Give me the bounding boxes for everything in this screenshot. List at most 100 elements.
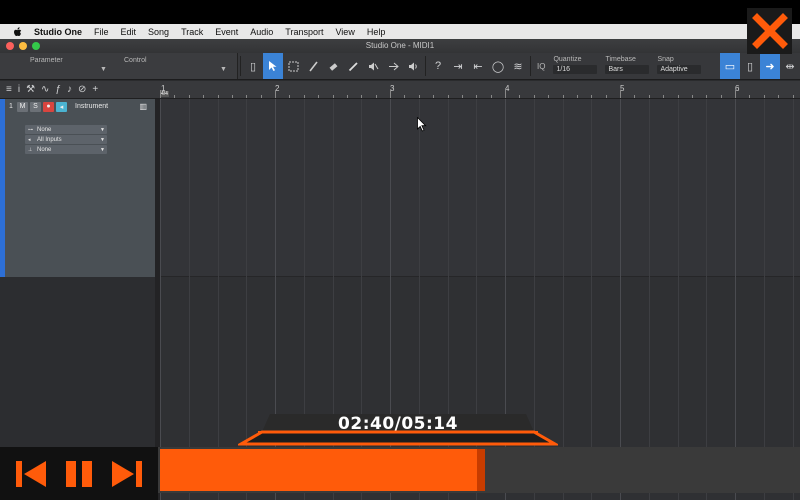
eraser-tool-icon[interactable]	[323, 53, 343, 79]
cursor-follow-icon[interactable]: ▯	[740, 53, 760, 79]
timeline-ruler[interactable]: 1 4/4 2 3 4 5 6	[160, 81, 800, 99]
bar-gridline	[735, 99, 736, 500]
ruler-tick	[749, 95, 750, 98]
input-value: All Inputs	[37, 136, 62, 143]
beat-gridline	[706, 99, 707, 500]
help-icon[interactable]: ?	[428, 53, 448, 79]
ruler-tick	[634, 95, 635, 98]
skip-forward-icon[interactable]	[110, 458, 144, 490]
bend-tool-icon[interactable]	[383, 53, 403, 79]
beat-gridline	[764, 99, 765, 500]
beat-gridline	[189, 99, 190, 500]
menu-help[interactable]: Help	[361, 27, 392, 37]
output-icon: ⊶	[28, 126, 33, 133]
wrench-icon[interactable]: ⚒	[26, 84, 35, 95]
channel-select[interactable]: ⊥ None ▼	[25, 145, 107, 154]
listen-tool-icon[interactable]	[403, 53, 423, 79]
track-name[interactable]: Instrument	[75, 103, 108, 110]
split-tool-icon[interactable]	[303, 53, 323, 79]
pause-icon[interactable]	[63, 458, 95, 490]
record-arm-icon[interactable]: ●	[43, 101, 54, 112]
snap-select[interactable]: Adaptive	[657, 65, 702, 74]
menu-track[interactable]: Track	[175, 27, 209, 37]
info-icon[interactable]: i	[18, 84, 20, 95]
window-titlebar: Studio One - MIDI1	[0, 39, 800, 53]
ruler-tick	[735, 90, 736, 98]
autoscroll-icon[interactable]: ➜	[760, 53, 780, 79]
marker-icon[interactable]: ♪	[67, 84, 72, 95]
menu-transport[interactable]: Transport	[279, 27, 329, 37]
ruler-tick	[333, 95, 334, 98]
beat-gridline	[591, 99, 592, 500]
control-dropdown-icon[interactable]: ▼	[220, 66, 227, 73]
step-back-icon[interactable]: ⇤	[468, 53, 488, 79]
zoom-fit-icon[interactable]: ⇹	[780, 53, 800, 79]
close-video-button[interactable]	[747, 8, 792, 54]
snap-box: Snap Adaptive	[653, 53, 705, 79]
ruler-tick	[361, 95, 362, 98]
snap-toggle-icon[interactable]: ▭	[720, 53, 740, 79]
solo-button[interactable]: S	[30, 101, 41, 112]
beat-gridline	[563, 99, 564, 500]
timebase-select[interactable]: Bars	[605, 65, 650, 74]
mac-menu-bar: Studio One File Edit Song Track Event Au…	[0, 24, 800, 39]
menu-event[interactable]: Event	[209, 27, 244, 37]
mute-tool-icon[interactable]	[363, 53, 383, 79]
time-signature: 4/4	[160, 91, 169, 97]
menu-audio[interactable]: Audio	[244, 27, 279, 37]
parameter-dropdown-icon[interactable]: ▼	[100, 66, 107, 73]
ruler-tick	[678, 95, 679, 98]
loop-icon[interactable]: ◯	[488, 53, 508, 79]
range-tool-icon[interactable]	[283, 53, 303, 79]
menu-file[interactable]: File	[88, 27, 115, 37]
ruler-tick	[649, 95, 650, 98]
paint-tool-icon[interactable]	[343, 53, 363, 79]
track-list: 1 M S ● ◂ Instrument ▥ ⊶ None ▼ ◂ All In…	[0, 99, 160, 500]
ruler-tick	[390, 90, 391, 98]
audition-icon[interactable]: ≋	[508, 53, 528, 79]
monitor-icon[interactable]: ◂	[56, 101, 67, 112]
track-header: 1 M S ● ◂ Instrument ▥	[5, 99, 155, 114]
ruler-tick	[534, 95, 535, 98]
keyboard-icon[interactable]: ▥	[139, 102, 147, 111]
add-track-icon[interactable]: +	[92, 84, 98, 95]
playback-progress-bar[interactable]	[158, 447, 800, 493]
output-select[interactable]: ⊶ None ▼	[25, 125, 107, 134]
ruler-tick	[304, 95, 305, 98]
apple-icon[interactable]	[12, 26, 24, 38]
input-select[interactable]: ◂ All Inputs ▼	[25, 135, 107, 144]
bar-gridline	[620, 99, 621, 500]
menu-icon[interactable]: ≡	[6, 84, 12, 95]
quantize-label: Quantize	[553, 56, 582, 63]
menu-edit[interactable]: Edit	[115, 27, 143, 37]
snap-label: Snap	[657, 56, 674, 63]
quantize-select[interactable]: 1/16	[553, 65, 598, 74]
step-forward-icon[interactable]: ⇥	[448, 53, 468, 79]
mute-button[interactable]: M	[17, 101, 28, 112]
menu-song[interactable]: Song	[142, 27, 175, 37]
instrument-track[interactable]: 1 M S ● ◂ Instrument ▥ ⊶ None ▼ ◂ All In…	[0, 99, 155, 277]
skip-back-icon[interactable]	[14, 458, 48, 490]
tempo-icon[interactable]: ⊘	[78, 84, 86, 95]
track-lane[interactable]	[160, 99, 800, 277]
ruler-tick	[419, 95, 420, 98]
automation-icon[interactable]: ∿	[41, 84, 49, 95]
folder-icon[interactable]: ƒ	[55, 84, 61, 95]
timebase-label: Timebase	[605, 56, 636, 63]
channel-value: None	[37, 146, 52, 153]
menu-view[interactable]: View	[329, 27, 360, 37]
menu-app-name[interactable]: Studio One	[34, 27, 88, 37]
ruler-tick	[519, 95, 520, 98]
ruler-tick	[764, 95, 765, 98]
ruler-tick	[663, 95, 664, 98]
ruler-tick	[793, 95, 794, 98]
panel-toggle-icon[interactable]: ▯	[243, 53, 263, 79]
progress-handle[interactable]	[477, 449, 485, 491]
ruler-tick	[462, 95, 463, 98]
progress-fill	[160, 449, 485, 491]
ruler-tick	[246, 95, 247, 98]
iq-button[interactable]: IQ	[533, 53, 549, 79]
toolbar-divider	[425, 56, 426, 76]
arrow-tool-icon[interactable]	[263, 53, 283, 79]
ruler-tick	[404, 95, 405, 98]
